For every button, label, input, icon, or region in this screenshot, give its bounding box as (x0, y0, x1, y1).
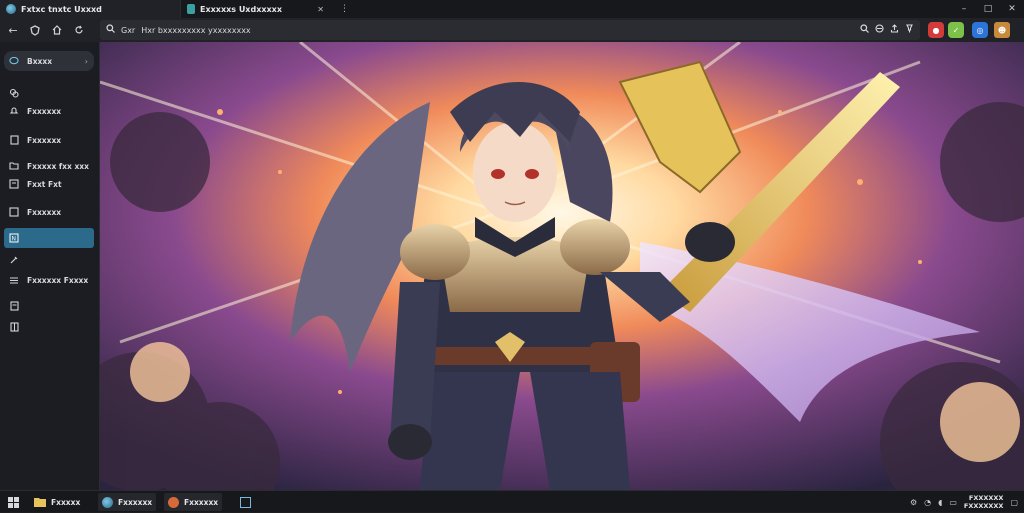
clock-date: FXXXXXXX (963, 502, 1004, 510)
app-icon (168, 496, 179, 508)
sidebar-item-tools[interactable] (4, 250, 94, 270)
pin-icon[interactable] (905, 24, 914, 36)
svg-text:N: N (12, 236, 17, 243)
maximize-button[interactable]: □ (976, 0, 1000, 18)
profile-avatar[interactable]: ☻ (994, 22, 1010, 38)
taskbar-item-label: Fxxxxxx (184, 497, 219, 507)
address-text[interactable]: Hxr bxxxxxxxxx yxxxxxxxx (141, 26, 250, 35)
taskbar-item-label: Fxxxxxx (118, 497, 153, 507)
sidebar-item-grid[interactable] (4, 317, 94, 337)
sidebar-item-label: Fxxt Fxt (27, 179, 62, 189)
list-icon (9, 275, 19, 285)
sidebar-item-list[interactable]: Fxxxxxx Fxxxx (4, 270, 94, 290)
shield-icon[interactable] (24, 18, 46, 42)
taskbar-item-app[interactable]: Fxxxxxx (164, 493, 223, 511)
notification-icon[interactable]: ▢ (1010, 498, 1018, 507)
box-icon (9, 207, 19, 217)
main-artwork (100, 42, 1024, 490)
zoom-search-icon[interactable] (860, 24, 869, 36)
close-button[interactable]: ✕ (1000, 0, 1024, 18)
more-icon[interactable]: ⋮ (340, 4, 349, 14)
home-icon[interactable] (46, 18, 68, 42)
taskbar: Fxxxxx Fxxxxxx Fxxxxxx ⚙ ◔ ◖ ▭ FXXXXXX F… (0, 490, 1024, 512)
sidebar-item-notifications[interactable]: Fxxxxxx (4, 101, 94, 121)
sidebar-item-label: Fxxxxx fxx xxx (27, 161, 89, 171)
start-button[interactable] (4, 493, 23, 511)
browser-icon (102, 496, 113, 508)
share-icon[interactable] (890, 24, 899, 36)
search-icon (106, 24, 115, 36)
sidebar-item-documents[interactable]: Fxxxxxx (4, 130, 94, 150)
tab-second[interactable]: Exxxxxs Uxdxxxxx ✕ (180, 0, 330, 18)
note-icon (9, 179, 19, 189)
windows-icon (8, 496, 19, 508)
browser-toolbar: ← Gxr Hxr bxxxxxxxxx yxxxxxxxx ● ✓ ◎ ☻ (0, 18, 1024, 42)
address-actions (860, 24, 914, 36)
chevron-right-icon: › (84, 56, 88, 66)
sidebar-item-label: Fxxxxxx (27, 207, 62, 217)
sidebar: Bxxxx › Fxxxxxx Fxxxxxx Fxxxxx fxx xxx F… (0, 42, 100, 490)
sidebar-item-link[interactable] (4, 83, 94, 103)
bell-icon (9, 106, 19, 116)
translate-icon[interactable] (875, 24, 884, 36)
back-button[interactable]: ← (2, 18, 24, 42)
clock[interactable]: FXXXXXX FXXXXXXX (964, 494, 1004, 510)
tools-icon (9, 255, 19, 265)
clock-time: FXXXXXX (968, 494, 1004, 502)
active-icon: N (9, 233, 19, 243)
window-controls: – □ ✕ (952, 0, 1024, 18)
system-tray: ⚙ ◔ ◖ ▭ FXXXXXX FXXXXXXX ▢ (910, 491, 1024, 513)
extension-red-icon[interactable]: ● (928, 22, 944, 38)
refresh-icon[interactable] (68, 18, 90, 42)
minimize-button[interactable]: – (952, 0, 976, 18)
sidebar-item-chat[interactable]: Bxxxx › (4, 51, 94, 71)
folder-icon (9, 161, 19, 171)
sidebar-item-box[interactable]: Fxxxxxx (4, 202, 94, 222)
taskbar-item-explorer[interactable]: Fxxxxx (30, 493, 84, 511)
sidebar-item-notes[interactable]: Fxxt Fxt (4, 174, 94, 194)
extension-green-icon[interactable]: ✓ (948, 22, 964, 38)
tab-title-second: Exxxxxs Uxdxxxxx (200, 4, 282, 14)
tab-favicon-icon (187, 4, 195, 14)
taskbar-pinned-icon[interactable] (236, 493, 255, 511)
folder-icon (34, 498, 46, 507)
grid-icon (9, 322, 19, 332)
network-icon[interactable]: ◔ (924, 498, 931, 507)
sidebar-item-doc2[interactable] (4, 296, 94, 316)
taskbar-item-label: Fxxxxx (51, 497, 81, 507)
taskbar-item-browser[interactable]: Fxxxxxx (98, 493, 157, 511)
sidebar-item-label: Fxxxxxx Fxxxx (27, 275, 89, 285)
volume-icon[interactable]: ◖ (938, 498, 942, 507)
doc2-icon (9, 301, 19, 311)
hero-illustration (100, 42, 1024, 490)
address-prefix: Gxr (121, 25, 136, 35)
doc-icon (9, 135, 19, 145)
sidebar-item-label: Fxxxxxx (27, 135, 62, 145)
sidebar-item-folder[interactable]: Fxxxxx fxx xxx (4, 156, 94, 176)
tab-active[interactable]: Fxtxc tnxtc Uxxxd (0, 0, 180, 18)
link-icon (9, 88, 19, 98)
browser-favicon-icon (6, 4, 16, 14)
sidebar-item-active[interactable]: N (4, 228, 94, 248)
address-bar[interactable]: Gxr Hxr bxxxxxxxxx yxxxxxxxx (100, 20, 920, 40)
extension-blue-icon[interactable]: ◎ (972, 22, 988, 38)
tab-close-icon[interactable]: ✕ (317, 5, 324, 14)
tab-title: Fxtxc tnxtc Uxxxd (21, 4, 102, 14)
sidebar-item-label: Bxxxx (27, 56, 53, 66)
battery-icon[interactable]: ▭ (949, 498, 957, 507)
settings-icon[interactable]: ⚙ (910, 498, 917, 507)
title-bar: Fxtxc tnxtc Uxxxd Exxxxxs Uxdxxxxx ✕ ⋮ –… (0, 0, 1024, 18)
sidebar-item-label: Fxxxxxx (27, 106, 62, 116)
chat-icon (9, 56, 19, 66)
